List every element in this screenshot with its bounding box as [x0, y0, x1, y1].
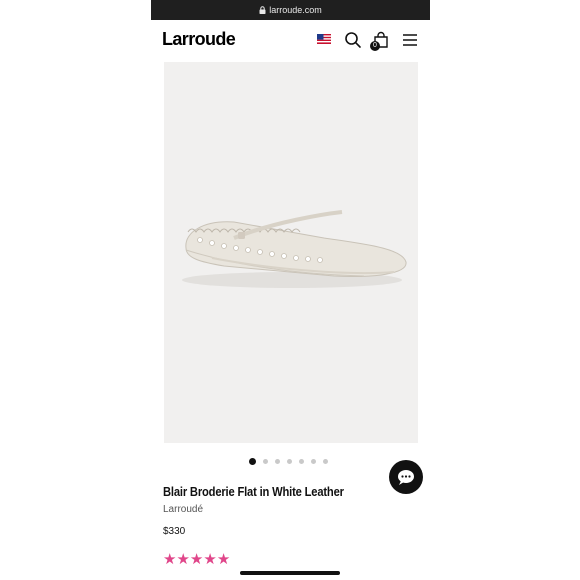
star-icon: ★ — [189, 551, 204, 568]
site-header: Larroude 0 — [151, 20, 430, 62]
shoe-illustration — [182, 210, 407, 288]
product-price: $330 — [163, 526, 186, 537]
product-image[interactable] — [164, 62, 418, 443]
chat-bubble-icon — [398, 470, 414, 485]
us-flag-icon[interactable] — [317, 34, 331, 44]
carousel-dot[interactable] — [249, 457, 256, 465]
carousel-dot[interactable] — [323, 458, 328, 464]
phone-screen: larroude.com Larroude 0 Blair Broderie F… — [151, 0, 430, 580]
lock-icon — [259, 6, 266, 14]
product-brand[interactable]: Larroudé — [163, 504, 203, 515]
carousel-dots — [249, 456, 335, 466]
browser-url-bar[interactable]: larroude.com — [151, 0, 430, 20]
home-indicator[interactable] — [240, 571, 340, 575]
site-logo[interactable]: Larroude — [162, 29, 236, 50]
carousel-dot[interactable] — [263, 458, 268, 464]
star-icon: ★ — [176, 551, 190, 568]
star-icon: ★ — [203, 551, 217, 568]
cart-count-badge: 0 — [370, 41, 380, 51]
url-text: larroude.com — [269, 5, 322, 15]
hamburger-menu-icon[interactable] — [401, 31, 419, 49]
chat-button[interactable] — [389, 460, 423, 494]
search-icon[interactable] — [344, 31, 362, 49]
rating-stars[interactable]: ★ ★ ★ ★ ★ — [163, 552, 230, 567]
star-icon: ★ — [216, 551, 231, 568]
product-title: Blair Broderie Flat in White Leather — [163, 484, 344, 499]
carousel-dot[interactable] — [275, 458, 280, 464]
star-icon: ★ — [163, 551, 177, 568]
carousel-dot[interactable] — [299, 458, 304, 464]
carousel-dot[interactable] — [287, 458, 292, 464]
carousel-dot[interactable] — [311, 458, 316, 464]
